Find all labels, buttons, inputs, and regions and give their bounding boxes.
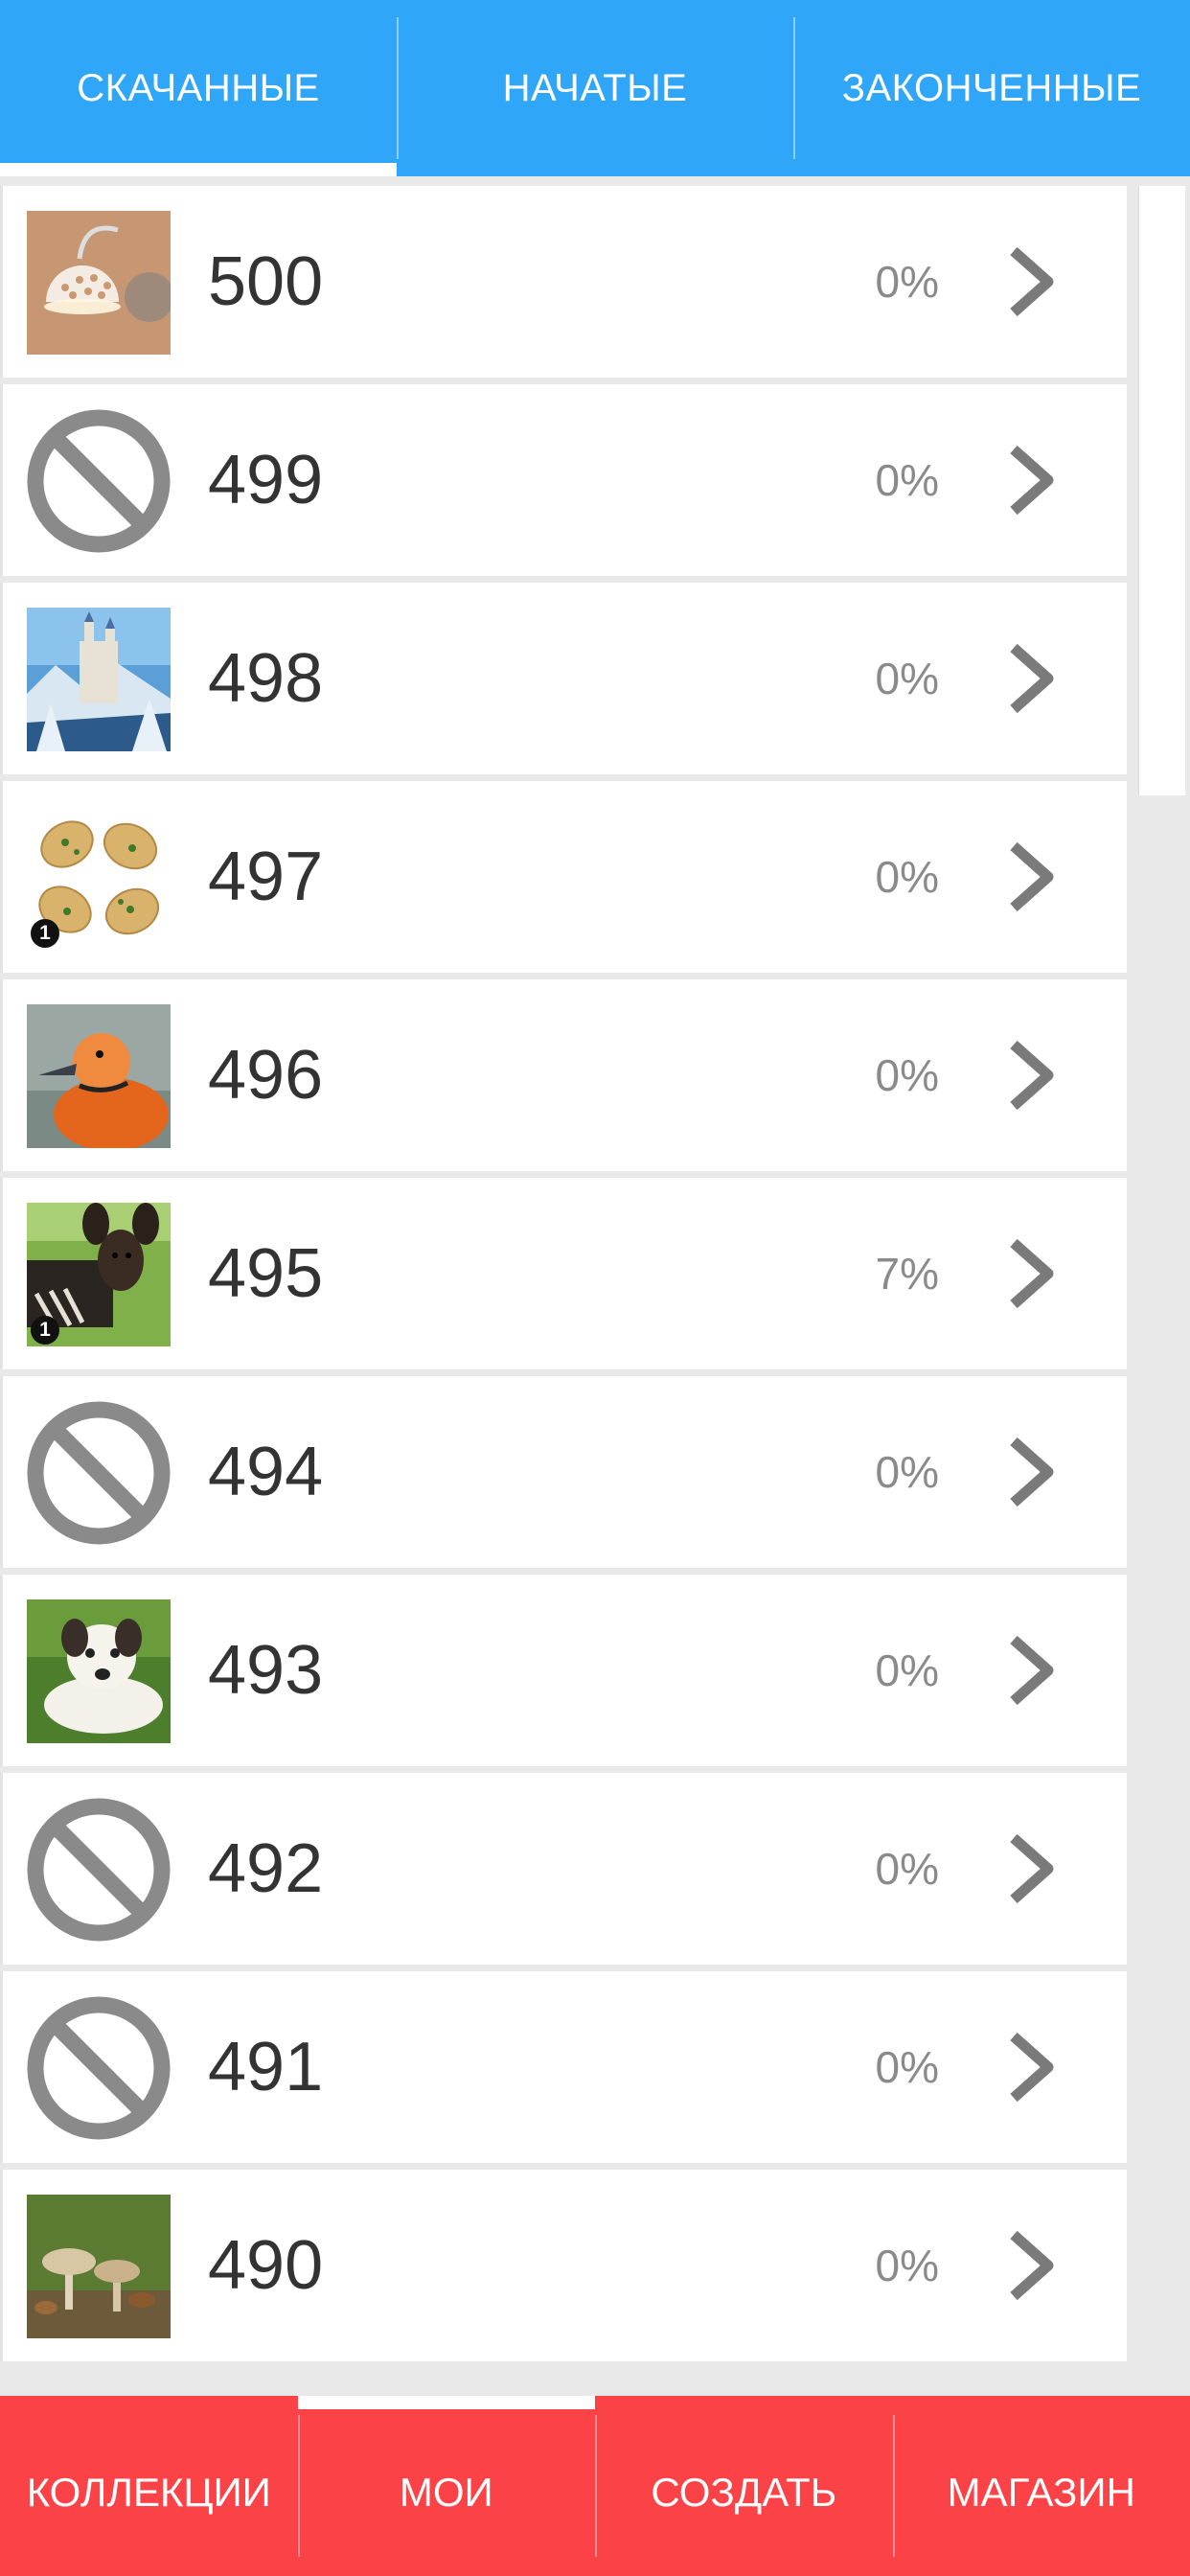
- puzzle-number: 490: [208, 2227, 324, 2304]
- tab-downloaded-label: СКАЧАННЫЕ: [77, 66, 320, 109]
- chevron-right-icon[interactable]: [1002, 1634, 1060, 1707]
- nav-shop-label: МАГАЗИН: [947, 2470, 1135, 2515]
- chevron-right-icon: [1010, 1437, 1054, 1507]
- progress-percent: 0%: [875, 2241, 939, 2290]
- chevron-right-icon[interactable]: [1002, 444, 1060, 517]
- puzzle-thumbnail: 1: [27, 806, 171, 950]
- unavailable-icon: [27, 1798, 171, 1942]
- nav-create[interactable]: СОЗДАТЬ: [595, 2396, 893, 2576]
- puzzle-number: 494: [208, 1434, 324, 1510]
- progress-percent: 0%: [875, 654, 939, 703]
- tab-finished[interactable]: ЗАКОНЧЕННЫЕ: [793, 0, 1190, 176]
- count-badge: 1: [31, 919, 59, 948]
- puzzle-row[interactable]: 499 0%: [0, 384, 1127, 576]
- chevron-right-icon: [1010, 1833, 1054, 1904]
- chevron-right-icon: [1010, 1040, 1054, 1111]
- chevron-right-icon[interactable]: [1002, 1039, 1060, 1112]
- puzzle-row[interactable]: 493 0%: [0, 1575, 1127, 1766]
- chevron-right-icon[interactable]: [1002, 840, 1060, 913]
- count-badge: 1: [31, 1316, 59, 1345]
- bottom-nav: КОЛЛЕКЦИИ МОИ СОЗДАТЬ МАГАЗИН: [0, 2396, 1190, 2576]
- puzzle-number: 496: [208, 1037, 324, 1114]
- chevron-right-icon: [1010, 1238, 1054, 1309]
- progress-percent: 0%: [875, 2042, 939, 2092]
- tab-started-label: НАЧАТЫЕ: [502, 66, 688, 109]
- unavailable-icon: [27, 1996, 171, 2140]
- puzzle-number: 495: [208, 1235, 324, 1312]
- nav-mine[interactable]: МОИ: [297, 2396, 596, 2576]
- puzzle-row[interactable]: 496 0%: [0, 979, 1127, 1171]
- tab-downloaded[interactable]: СКАЧАННЫЕ: [0, 0, 397, 176]
- tab-finished-label: ЗАКОНЧЕННЫЕ: [841, 66, 1142, 109]
- chevron-right-icon: [1010, 643, 1054, 714]
- puzzle-row[interactable]: 500 0%: [0, 186, 1127, 378]
- puzzle-number: 497: [208, 839, 324, 915]
- top-tab-bar: СКАЧАННЫЕ НАЧАТЫЕ ЗАКОНЧЕННЫЕ: [0, 0, 1190, 176]
- progress-percent: 0%: [875, 257, 939, 307]
- unavailable-icon: [27, 1401, 171, 1545]
- chevron-right-icon[interactable]: [1002, 2031, 1060, 2104]
- scrollbar[interactable]: [1138, 186, 1185, 795]
- chevron-right-icon: [1010, 2032, 1054, 2103]
- chevron-right-icon: [1010, 445, 1054, 516]
- puzzle-thumbnail: [27, 608, 171, 751]
- puzzle-thumbnail: [27, 1004, 171, 1148]
- puzzle-row[interactable]: 1 497 0%: [0, 781, 1127, 973]
- puzzle-row[interactable]: 1 495 7%: [0, 1178, 1127, 1369]
- puzzle-number: 500: [208, 243, 324, 320]
- puzzle-thumbnail: [27, 2195, 171, 2338]
- puzzle-row[interactable]: 494 0%: [0, 1376, 1127, 1568]
- puzzle-number: 492: [208, 1830, 324, 1907]
- puzzle-number: 491: [208, 2029, 324, 2105]
- chevron-right-icon: [1010, 1635, 1054, 1706]
- unavailable-icon: [27, 409, 171, 553]
- chevron-right-icon[interactable]: [1002, 1832, 1060, 1905]
- puzzle-thumbnail: 1: [27, 1203, 171, 1346]
- nav-create-label: СОЗДАТЬ: [651, 2470, 837, 2515]
- chevron-right-icon[interactable]: [1002, 2229, 1060, 2302]
- chevron-right-icon[interactable]: [1002, 1237, 1060, 1310]
- puzzle-row[interactable]: 492 0%: [0, 1773, 1127, 1965]
- chevron-right-icon[interactable]: [1002, 642, 1060, 715]
- chevron-right-icon[interactable]: [1002, 245, 1060, 318]
- chevron-right-icon: [1010, 246, 1054, 317]
- puzzle-row[interactable]: 490 0%: [0, 2170, 1127, 2361]
- chevron-right-icon: [1010, 2230, 1054, 2301]
- puzzle-row[interactable]: 491 0%: [0, 1971, 1127, 2163]
- tab-started[interactable]: НАЧАТЫЕ: [397, 0, 793, 176]
- nav-collections[interactable]: КОЛЛЕКЦИИ: [0, 2396, 298, 2576]
- progress-percent: 0%: [875, 455, 939, 505]
- progress-percent: 0%: [875, 1050, 939, 1100]
- puzzle-thumbnail: [27, 211, 171, 355]
- puzzle-thumbnail: [27, 1599, 171, 1743]
- progress-percent: 0%: [875, 1447, 939, 1497]
- progress-percent: 0%: [875, 1645, 939, 1695]
- puzzle-number: 493: [208, 1632, 324, 1709]
- puzzle-row[interactable]: 498 0%: [0, 583, 1127, 774]
- progress-percent: 7%: [875, 1249, 939, 1299]
- puzzle-list: 500 0% 499 0% 498 0% 1 497 0% 496 0% 1 4…: [0, 186, 1127, 2368]
- progress-percent: 0%: [875, 852, 939, 902]
- puzzle-number: 499: [208, 442, 324, 518]
- puzzle-number: 498: [208, 640, 324, 717]
- nav-collections-label: КОЛЛЕКЦИИ: [26, 2470, 271, 2515]
- chevron-right-icon[interactable]: [1002, 1436, 1060, 1508]
- progress-percent: 0%: [875, 1844, 939, 1894]
- nav-shop[interactable]: МАГАЗИН: [892, 2396, 1190, 2576]
- nav-mine-label: МОИ: [399, 2470, 493, 2515]
- chevron-right-icon: [1010, 841, 1054, 912]
